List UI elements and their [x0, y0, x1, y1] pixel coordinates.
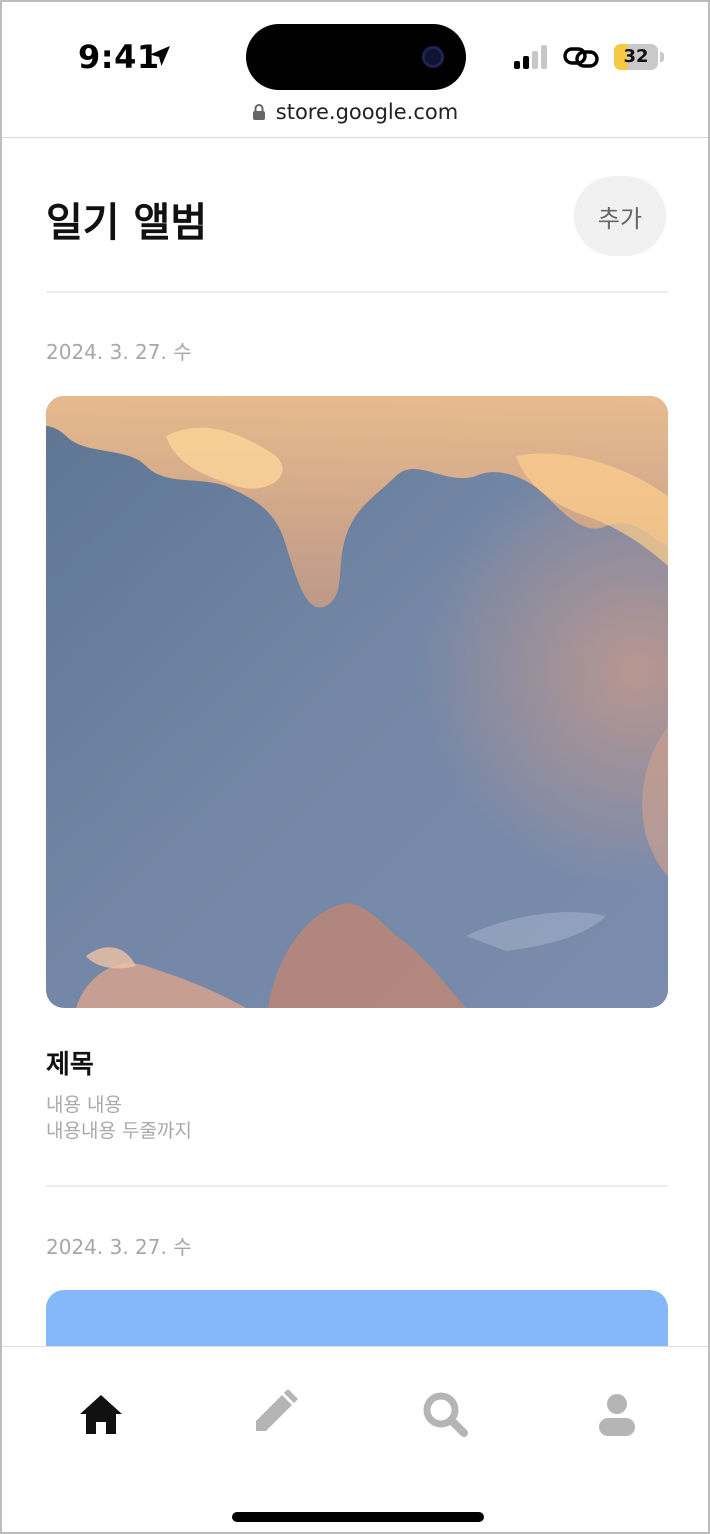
- pencil-icon[interactable]: [248, 1389, 298, 1439]
- entry-date: 2024. 3. 27. 수: [46, 340, 192, 364]
- home-icon[interactable]: [76, 1389, 126, 1439]
- sky-photo: [46, 396, 668, 1008]
- header-divider: [46, 291, 668, 293]
- home-indicator[interactable]: [232, 1512, 484, 1522]
- entry-body: 내용 내용 내용내용 두줄까지: [46, 1092, 192, 1144]
- status-bar: 9:41 32 store.google.com: [2, 2, 708, 138]
- location-arrow-icon: [150, 46, 170, 66]
- entry-body-line: 내용 내용: [46, 1094, 122, 1116]
- entry-title: 제목: [46, 1050, 94, 1080]
- page-title: 일기 앨범: [46, 200, 208, 246]
- bottom-tab-bar: [2, 1346, 708, 1532]
- link-icon: [563, 47, 599, 68]
- search-icon[interactable]: [420, 1389, 470, 1439]
- url-bar[interactable]: store.google.com: [2, 100, 708, 124]
- battery-indicator: 32: [614, 44, 664, 70]
- entry-body-line: 내용내용 두줄까지: [46, 1120, 192, 1142]
- phone-frame: 9:41 32 store.google.com 일기 앨범 추가 2024. …: [0, 0, 710, 1534]
- add-button[interactable]: 추가: [574, 176, 666, 256]
- lock-icon: [252, 104, 265, 120]
- entry-divider: [46, 1185, 668, 1187]
- battery-level: 32: [623, 46, 649, 67]
- entry-date: 2024. 3. 27. 수: [46, 1235, 192, 1259]
- profile-icon[interactable]: [592, 1389, 642, 1439]
- entry-photo[interactable]: [46, 396, 668, 1008]
- url-text: store.google.com: [275, 100, 459, 124]
- signal-icon: [514, 45, 547, 69]
- camera-icon: [422, 46, 444, 68]
